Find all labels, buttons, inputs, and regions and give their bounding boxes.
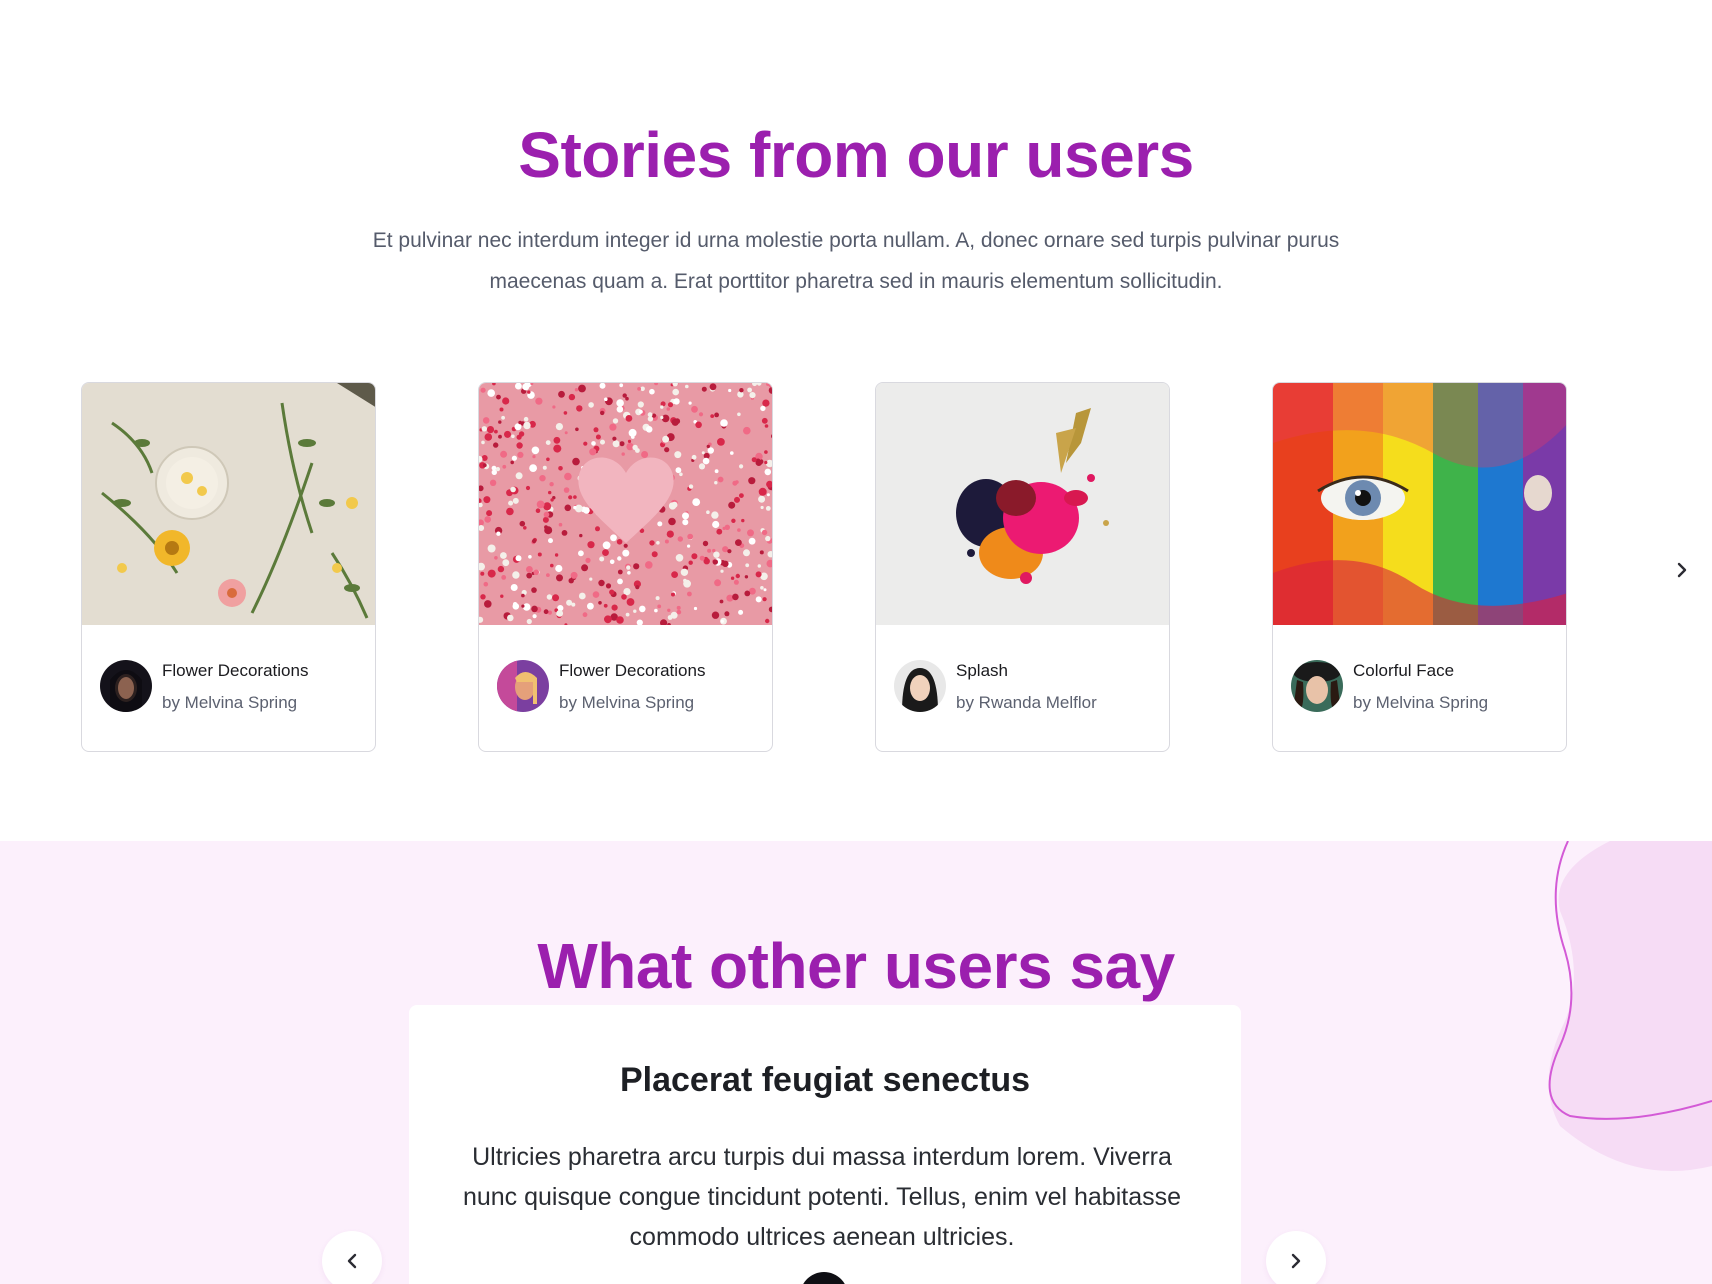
story-title: Splash [956, 661, 1008, 680]
testimonial-next-button[interactable] [1266, 1231, 1326, 1284]
chevron-left-icon [347, 1253, 357, 1269]
stories-section: Stories from our users Et pulvinar nec i… [0, 0, 1712, 841]
testimonial-body: Ultricies pharetra arcu turpis dui massa… [462, 1143, 1182, 1251]
avatar [1291, 660, 1343, 712]
story-author: by Melvina Spring [1353, 693, 1489, 712]
stories-subtitle: Et pulvinar nec interdum integer id urna… [372, 229, 1340, 293]
story-title: Flower Decorations [559, 661, 706, 680]
story-card[interactable]: Flower Decorations by Melvina Spring [478, 382, 773, 752]
testimonials-section: What other users say Placerat feugiat se… [0, 841, 1712, 1284]
story-image-flowers [82, 383, 375, 625]
stories-next-button[interactable] [1668, 556, 1696, 584]
story-author: by Melvina Spring [559, 693, 695, 712]
story-author: by Rwanda Melflor [956, 693, 1097, 712]
avatar [497, 660, 549, 712]
story-card[interactable]: Flower Decorations by Melvina Spring [81, 382, 376, 752]
story-image-splash [876, 383, 1169, 625]
story-image-colorful-face [1273, 383, 1566, 625]
story-card[interactable]: Colorful Face by Melvina Spring [1272, 382, 1567, 752]
chevron-right-icon [1677, 562, 1687, 578]
testimonial-heading: Placerat feugiat senectus [619, 1061, 1031, 1099]
stories-title: Stories from our users [518, 119, 1194, 191]
chevron-right-icon [1291, 1253, 1301, 1269]
avatar [100, 660, 152, 712]
story-card[interactable]: Splash by Rwanda Melflor [875, 382, 1170, 752]
decorative-blob [1548, 841, 1712, 1171]
story-author: by Melvina Spring [162, 693, 298, 712]
avatar [894, 660, 946, 712]
testimonial-prev-button[interactable] [322, 1231, 382, 1284]
story-image-heart [479, 383, 772, 625]
testimonials-title: What other users say [537, 930, 1175, 1002]
story-title: Flower Decorations [162, 661, 309, 680]
story-title: Colorful Face [1353, 661, 1455, 680]
